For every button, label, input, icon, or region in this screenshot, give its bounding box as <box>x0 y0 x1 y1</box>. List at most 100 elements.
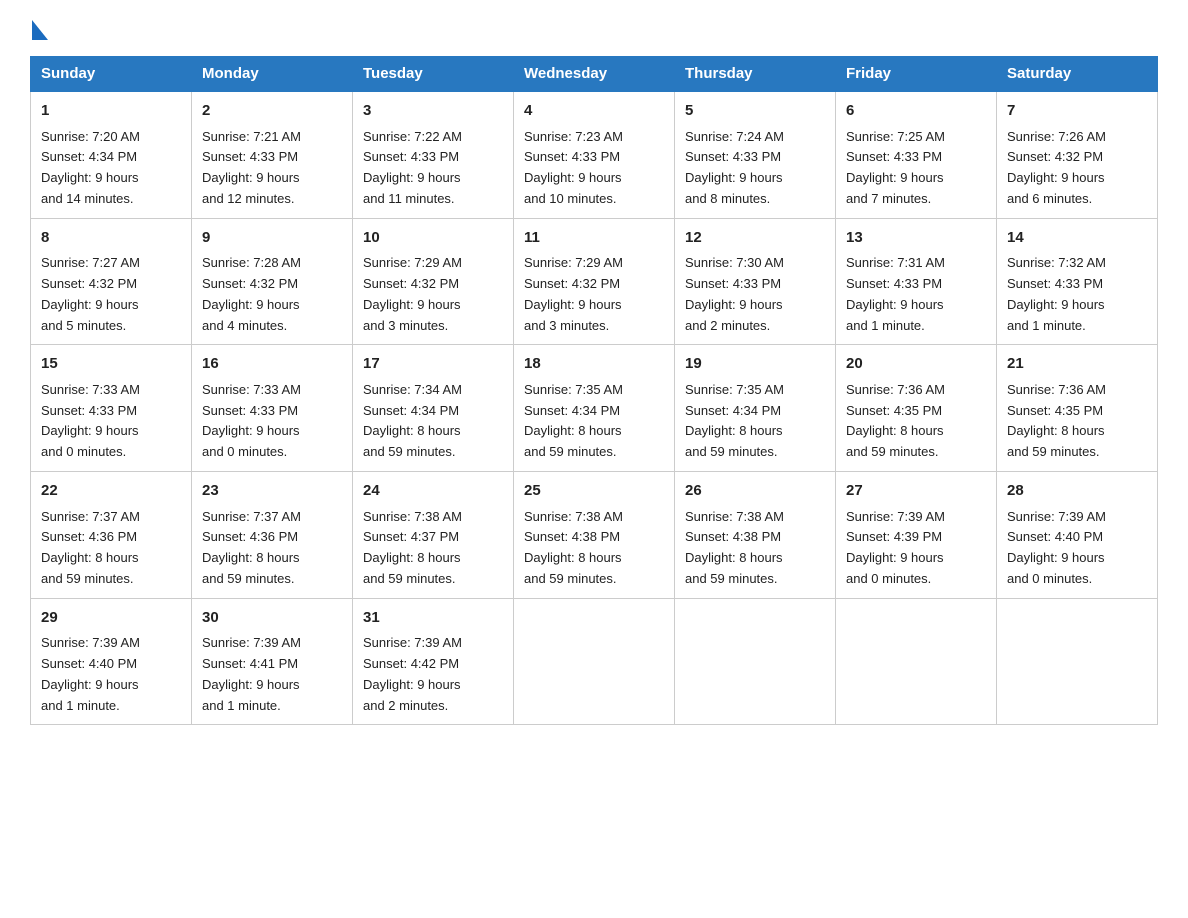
calendar-cell: 19 Sunrise: 7:35 AM Sunset: 4:34 PM Dayl… <box>675 345 836 472</box>
calendar-cell: 31 Sunrise: 7:39 AM Sunset: 4:42 PM Dayl… <box>353 598 514 725</box>
calendar-cell: 22 Sunrise: 7:37 AM Sunset: 4:36 PM Dayl… <box>31 472 192 599</box>
day-number: 16 <box>202 353 342 376</box>
calendar-cell: 15 Sunrise: 7:33 AM Sunset: 4:33 PM Dayl… <box>31 345 192 472</box>
day-info: Sunrise: 7:39 AM Sunset: 4:40 PM Dayligh… <box>41 633 181 716</box>
day-info: Sunrise: 7:39 AM Sunset: 4:41 PM Dayligh… <box>202 633 342 716</box>
calendar-cell: 5 Sunrise: 7:24 AM Sunset: 4:33 PM Dayli… <box>675 91 836 218</box>
calendar-cell: 3 Sunrise: 7:22 AM Sunset: 4:33 PM Dayli… <box>353 91 514 218</box>
day-number: 4 <box>524 100 664 123</box>
calendar-cell: 30 Sunrise: 7:39 AM Sunset: 4:41 PM Dayl… <box>192 598 353 725</box>
weekday-header-saturday: Saturday <box>997 57 1158 92</box>
day-number: 29 <box>41 607 181 630</box>
calendar-cell: 28 Sunrise: 7:39 AM Sunset: 4:40 PM Dayl… <box>997 472 1158 599</box>
day-number: 6 <box>846 100 986 123</box>
calendar-cell: 7 Sunrise: 7:26 AM Sunset: 4:32 PM Dayli… <box>997 91 1158 218</box>
day-number: 23 <box>202 480 342 503</box>
calendar-cell: 2 Sunrise: 7:21 AM Sunset: 4:33 PM Dayli… <box>192 91 353 218</box>
day-info: Sunrise: 7:29 AM Sunset: 4:32 PM Dayligh… <box>524 253 664 336</box>
week-row-3: 15 Sunrise: 7:33 AM Sunset: 4:33 PM Dayl… <box>31 345 1158 472</box>
day-number: 24 <box>363 480 503 503</box>
day-info: Sunrise: 7:33 AM Sunset: 4:33 PM Dayligh… <box>202 380 342 463</box>
calendar-cell: 25 Sunrise: 7:38 AM Sunset: 4:38 PM Dayl… <box>514 472 675 599</box>
day-number: 30 <box>202 607 342 630</box>
day-number: 5 <box>685 100 825 123</box>
calendar-cell: 21 Sunrise: 7:36 AM Sunset: 4:35 PM Dayl… <box>997 345 1158 472</box>
day-info: Sunrise: 7:32 AM Sunset: 4:33 PM Dayligh… <box>1007 253 1147 336</box>
day-info: Sunrise: 7:23 AM Sunset: 4:33 PM Dayligh… <box>524 127 664 210</box>
calendar-cell: 6 Sunrise: 7:25 AM Sunset: 4:33 PM Dayli… <box>836 91 997 218</box>
day-number: 21 <box>1007 353 1147 376</box>
day-info: Sunrise: 7:38 AM Sunset: 4:37 PM Dayligh… <box>363 507 503 590</box>
day-info: Sunrise: 7:22 AM Sunset: 4:33 PM Dayligh… <box>363 127 503 210</box>
day-info: Sunrise: 7:26 AM Sunset: 4:32 PM Dayligh… <box>1007 127 1147 210</box>
calendar-cell: 27 Sunrise: 7:39 AM Sunset: 4:39 PM Dayl… <box>836 472 997 599</box>
day-number: 9 <box>202 227 342 250</box>
day-info: Sunrise: 7:20 AM Sunset: 4:34 PM Dayligh… <box>41 127 181 210</box>
day-info: Sunrise: 7:27 AM Sunset: 4:32 PM Dayligh… <box>41 253 181 336</box>
calendar-cell <box>836 598 997 725</box>
logo-arrow-icon <box>32 20 48 40</box>
week-row-4: 22 Sunrise: 7:37 AM Sunset: 4:36 PM Dayl… <box>31 472 1158 599</box>
day-number: 28 <box>1007 480 1147 503</box>
week-row-2: 8 Sunrise: 7:27 AM Sunset: 4:32 PM Dayli… <box>31 218 1158 345</box>
day-info: Sunrise: 7:31 AM Sunset: 4:33 PM Dayligh… <box>846 253 986 336</box>
day-info: Sunrise: 7:25 AM Sunset: 4:33 PM Dayligh… <box>846 127 986 210</box>
calendar-cell <box>514 598 675 725</box>
calendar-cell: 12 Sunrise: 7:30 AM Sunset: 4:33 PM Dayl… <box>675 218 836 345</box>
weekday-header-thursday: Thursday <box>675 57 836 92</box>
day-number: 2 <box>202 100 342 123</box>
day-number: 26 <box>685 480 825 503</box>
day-info: Sunrise: 7:36 AM Sunset: 4:35 PM Dayligh… <box>846 380 986 463</box>
calendar-cell <box>675 598 836 725</box>
calendar-cell: 29 Sunrise: 7:39 AM Sunset: 4:40 PM Dayl… <box>31 598 192 725</box>
day-info: Sunrise: 7:33 AM Sunset: 4:33 PM Dayligh… <box>41 380 181 463</box>
day-number: 11 <box>524 227 664 250</box>
day-info: Sunrise: 7:21 AM Sunset: 4:33 PM Dayligh… <box>202 127 342 210</box>
weekday-header-row: SundayMondayTuesdayWednesdayThursdayFrid… <box>31 57 1158 92</box>
page-header <box>30 20 1158 36</box>
weekday-header-wednesday: Wednesday <box>514 57 675 92</box>
calendar-cell: 14 Sunrise: 7:32 AM Sunset: 4:33 PM Dayl… <box>997 218 1158 345</box>
day-number: 17 <box>363 353 503 376</box>
day-number: 1 <box>41 100 181 123</box>
day-number: 19 <box>685 353 825 376</box>
day-number: 25 <box>524 480 664 503</box>
day-info: Sunrise: 7:39 AM Sunset: 4:40 PM Dayligh… <box>1007 507 1147 590</box>
day-number: 13 <box>846 227 986 250</box>
day-info: Sunrise: 7:36 AM Sunset: 4:35 PM Dayligh… <box>1007 380 1147 463</box>
day-number: 31 <box>363 607 503 630</box>
day-info: Sunrise: 7:35 AM Sunset: 4:34 PM Dayligh… <box>685 380 825 463</box>
day-number: 27 <box>846 480 986 503</box>
calendar-cell: 11 Sunrise: 7:29 AM Sunset: 4:32 PM Dayl… <box>514 218 675 345</box>
calendar-cell: 4 Sunrise: 7:23 AM Sunset: 4:33 PM Dayli… <box>514 91 675 218</box>
weekday-header-sunday: Sunday <box>31 57 192 92</box>
weekday-header-monday: Monday <box>192 57 353 92</box>
calendar-cell: 10 Sunrise: 7:29 AM Sunset: 4:32 PM Dayl… <box>353 218 514 345</box>
calendar-cell: 26 Sunrise: 7:38 AM Sunset: 4:38 PM Dayl… <box>675 472 836 599</box>
day-info: Sunrise: 7:35 AM Sunset: 4:34 PM Dayligh… <box>524 380 664 463</box>
day-info: Sunrise: 7:39 AM Sunset: 4:39 PM Dayligh… <box>846 507 986 590</box>
day-info: Sunrise: 7:37 AM Sunset: 4:36 PM Dayligh… <box>202 507 342 590</box>
calendar-cell: 9 Sunrise: 7:28 AM Sunset: 4:32 PM Dayli… <box>192 218 353 345</box>
calendar-cell <box>997 598 1158 725</box>
day-number: 14 <box>1007 227 1147 250</box>
day-number: 18 <box>524 353 664 376</box>
week-row-1: 1 Sunrise: 7:20 AM Sunset: 4:34 PM Dayli… <box>31 91 1158 218</box>
day-number: 10 <box>363 227 503 250</box>
day-number: 8 <box>41 227 181 250</box>
day-info: Sunrise: 7:34 AM Sunset: 4:34 PM Dayligh… <box>363 380 503 463</box>
logo <box>30 20 48 36</box>
day-info: Sunrise: 7:39 AM Sunset: 4:42 PM Dayligh… <box>363 633 503 716</box>
day-number: 20 <box>846 353 986 376</box>
calendar-cell: 8 Sunrise: 7:27 AM Sunset: 4:32 PM Dayli… <box>31 218 192 345</box>
day-info: Sunrise: 7:37 AM Sunset: 4:36 PM Dayligh… <box>41 507 181 590</box>
calendar-cell: 17 Sunrise: 7:34 AM Sunset: 4:34 PM Dayl… <box>353 345 514 472</box>
day-number: 22 <box>41 480 181 503</box>
day-info: Sunrise: 7:30 AM Sunset: 4:33 PM Dayligh… <box>685 253 825 336</box>
day-number: 3 <box>363 100 503 123</box>
day-info: Sunrise: 7:29 AM Sunset: 4:32 PM Dayligh… <box>363 253 503 336</box>
day-info: Sunrise: 7:38 AM Sunset: 4:38 PM Dayligh… <box>685 507 825 590</box>
calendar-cell: 23 Sunrise: 7:37 AM Sunset: 4:36 PM Dayl… <box>192 472 353 599</box>
day-number: 7 <box>1007 100 1147 123</box>
week-row-5: 29 Sunrise: 7:39 AM Sunset: 4:40 PM Dayl… <box>31 598 1158 725</box>
